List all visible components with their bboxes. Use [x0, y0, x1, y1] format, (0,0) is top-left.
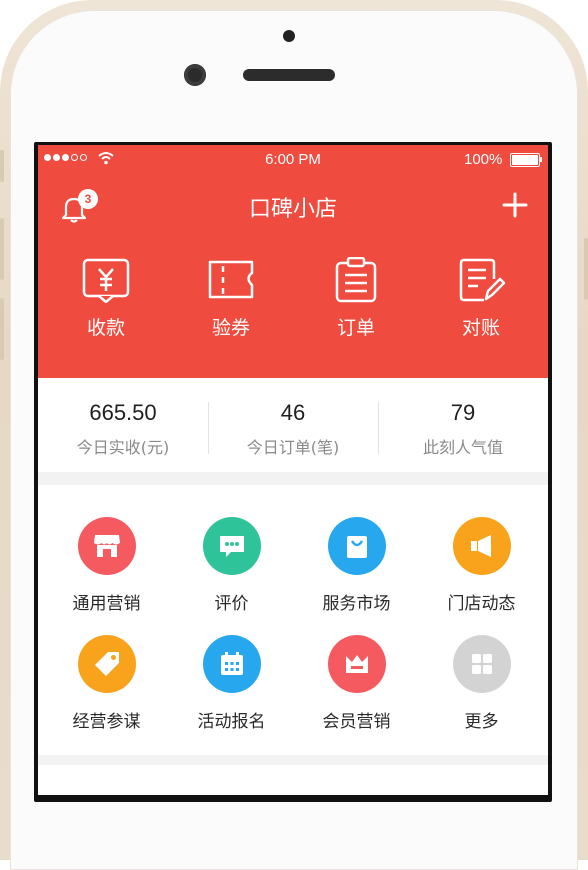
- volume-up-button: [0, 218, 4, 280]
- ticket-icon: [208, 260, 254, 299]
- tag-icon: [77, 635, 136, 693]
- feature-label: 服务市场: [322, 594, 391, 614]
- stat-popularity[interactable]: 79 此刻人气值: [378, 378, 548, 472]
- feature-grid: 通用营销 评价 服务市场 门店动态 经营参谋 活动报名 会员营销 更多: [38, 485, 548, 755]
- feature-general-marketing[interactable]: 通用营销: [43, 517, 170, 614]
- grid-icon: [452, 635, 511, 693]
- feature-business-advisor[interactable]: 经营参谋: [43, 635, 170, 732]
- stat-label: 今日实收(元): [76, 438, 170, 457]
- quick-action-label: 验券: [211, 317, 250, 339]
- calendar-icon: [202, 635, 261, 693]
- feature-label: 评价: [214, 594, 249, 614]
- feature-label: 经营参谋: [72, 712, 141, 732]
- quick-action-receive[interactable]: 收款: [56, 257, 156, 340]
- feature-reviews[interactable]: 评价: [168, 517, 295, 614]
- chat-icon: [202, 517, 261, 575]
- stat-value: 665.50: [89, 400, 157, 425]
- stat-today-orders[interactable]: 46 今日订单(笔): [208, 378, 378, 472]
- feature-label: 通用营销: [72, 594, 141, 614]
- earpiece-speaker: [243, 69, 335, 81]
- page-title: 口碑小店: [248, 197, 337, 222]
- battery-cap: [540, 157, 542, 162]
- feature-label: 门店动态: [447, 594, 516, 614]
- stat-value: 46: [280, 400, 306, 425]
- feature-event-signup[interactable]: 活动报名: [168, 635, 295, 732]
- feature-label: 活动报名: [197, 712, 266, 732]
- app-screen: 6:00 PM 100% 3 口碑小店 收款 验券 订单 对账 665.50 今…: [38, 145, 548, 795]
- crown-icon: [327, 635, 386, 693]
- header-panel: 6:00 PM 100% 3 口碑小店 收款 验券 订单 对账: [38, 145, 548, 378]
- stat-label: 今日订单(笔): [246, 438, 340, 457]
- feature-more[interactable]: 更多: [418, 635, 545, 732]
- status-bar: 6:00 PM 100%: [38, 145, 548, 175]
- reconcile-icon: [459, 258, 506, 302]
- quick-action-verify-ticket[interactable]: 验券: [181, 257, 281, 340]
- stat-label: 此刻人气值: [422, 438, 503, 457]
- clipboard-icon: [335, 257, 377, 303]
- megaphone-icon: [452, 517, 511, 575]
- quick-action-label: 收款: [86, 317, 125, 339]
- mute-switch: [0, 150, 4, 182]
- shopping-bag-icon: [327, 517, 386, 575]
- power-button: [584, 238, 588, 300]
- feature-service-market[interactable]: 服务市场: [293, 517, 420, 614]
- stat-today-revenue[interactable]: 665.50 今日实收(元): [38, 378, 208, 472]
- feature-label: 更多: [464, 712, 499, 732]
- sensor-dot: [283, 30, 295, 42]
- shop-icon: [77, 517, 136, 575]
- battery-percent: 100%: [464, 151, 503, 168]
- quick-action-label: 订单: [336, 317, 375, 339]
- feature-label: 会员营销: [322, 712, 391, 732]
- volume-down-button: [0, 298, 4, 360]
- quick-action-orders[interactable]: 订单: [306, 257, 406, 340]
- feature-member-marketing[interactable]: 会员营销: [293, 635, 420, 732]
- plus-icon[interactable]: [502, 192, 528, 218]
- next-section-preview: [38, 765, 548, 795]
- stat-value: 79: [450, 400, 476, 425]
- front-camera: [184, 64, 206, 86]
- quick-action-reconcile[interactable]: 对账: [431, 257, 531, 340]
- feature-store-news[interactable]: 门店动态: [418, 517, 545, 614]
- quick-action-label: 对账: [461, 317, 500, 339]
- receive-payment-icon: [82, 258, 130, 303]
- stats-panel: 665.50 今日实收(元) 46 今日订单(笔) 79 此刻人气值: [38, 378, 548, 472]
- battery-icon: [510, 153, 540, 167]
